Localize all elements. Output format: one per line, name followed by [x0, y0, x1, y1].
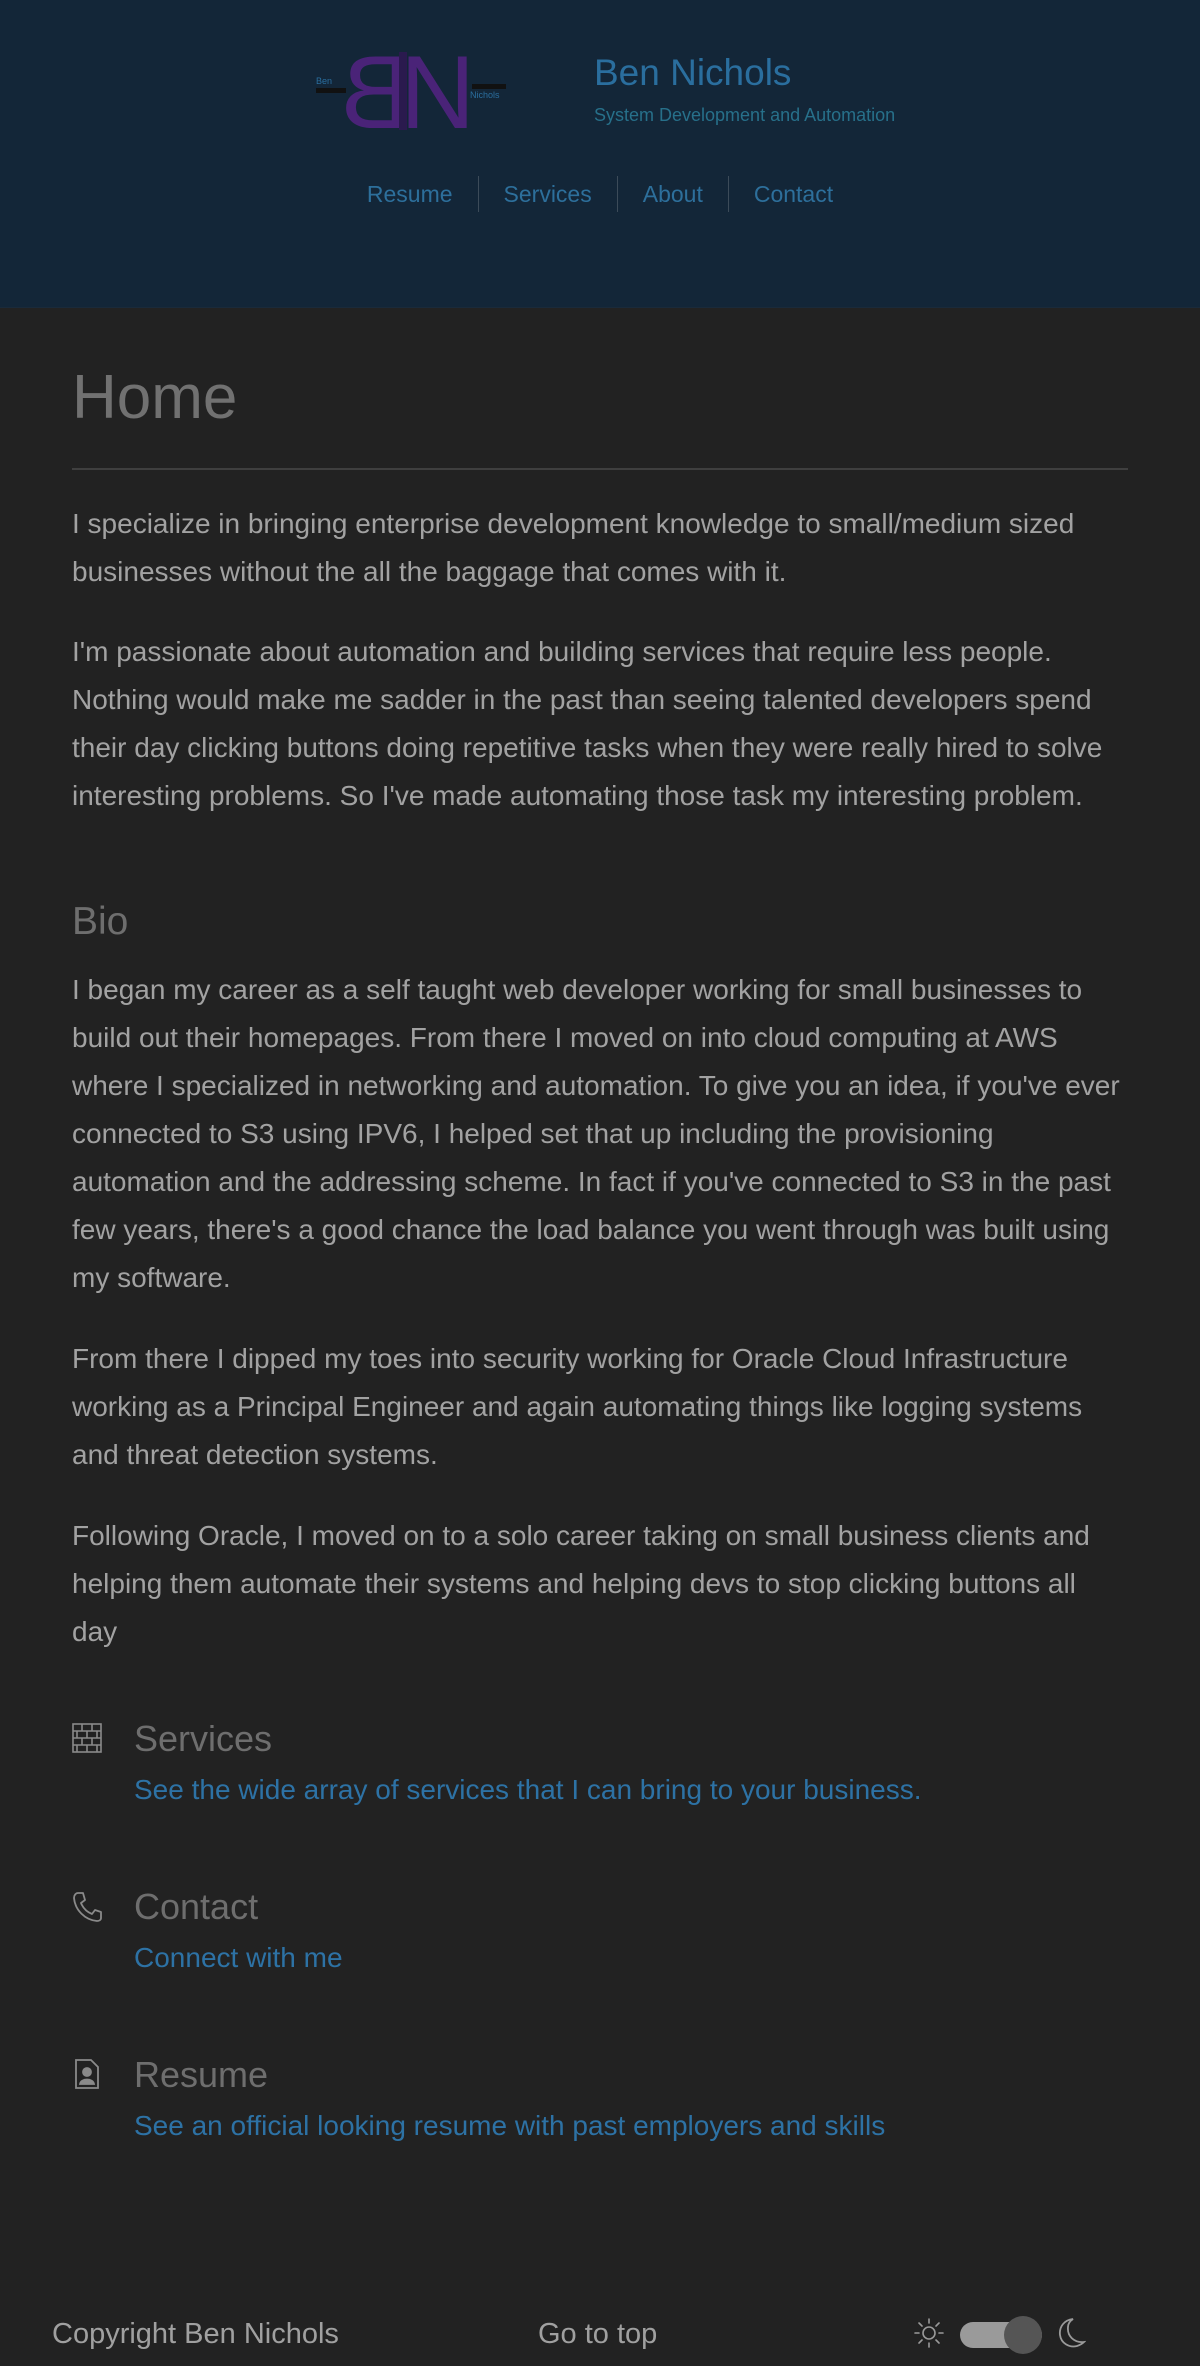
bio-heading: Bio	[72, 900, 129, 943]
phone-icon	[73, 1892, 102, 1922]
site-footer: Copyright Ben Nichols Go to top	[0, 2300, 1200, 2366]
logo-left-label: Ben	[316, 76, 332, 86]
copyright-text: Copyright Ben Nichols	[52, 2318, 339, 2350]
contact-card-link[interactable]: Connect with me	[134, 1942, 343, 1974]
resume-card-link[interactable]: See an official looking resume with past…	[134, 2110, 885, 2142]
resume-card-title: Resume	[134, 2054, 269, 2095]
title-divider	[72, 468, 1128, 470]
site-subtitle: System Development and Automation	[594, 105, 896, 125]
resume-icon	[75, 2059, 99, 2089]
nav-link-contact[interactable]: Contact	[727, 176, 858, 212]
site-header: B N Ben Nichols Ben Nichols System Devel…	[0, 0, 1200, 308]
main-nav: Resume Services About Contact	[0, 176, 1200, 212]
bio-paragraph: Following Oracle, I moved on to a solo c…	[72, 1520, 1090, 1647]
services-card-title: Services	[134, 1718, 273, 1759]
theme-toggle-knob[interactable]	[1004, 2316, 1042, 2354]
bio-paragraph: I began my career as a self taught web d…	[72, 974, 1120, 1293]
nav-link-about[interactable]: About	[616, 176, 728, 212]
site-logo[interactable]: B N Ben Nichols	[314, 46, 508, 134]
intro-paragraph: I'm passionate about automation and buil…	[72, 636, 1103, 811]
bricks-icon	[72, 1723, 102, 1753]
intro-paragraph: I specialize in bringing enterprise deve…	[72, 508, 1075, 587]
nav-link-resume[interactable]: Resume	[342, 176, 478, 212]
logo-n: N	[400, 46, 475, 134]
services-card-link[interactable]: See the wide array of services that I ca…	[134, 1774, 922, 1806]
logo-right-label: Nichols	[470, 90, 500, 100]
nav-link-services[interactable]: Services	[477, 176, 617, 212]
page-title: Home	[72, 363, 238, 432]
bio-paragraph: From there I dipped my toes into securit…	[72, 1343, 1083, 1470]
go-to-top-link[interactable]: Go to top	[538, 2318, 657, 2351]
site-title[interactable]: Ben Nichols	[594, 52, 791, 94]
moon-icon	[1059, 2318, 1086, 2348]
sun-icon	[914, 2318, 944, 2348]
theme-toggle[interactable]	[960, 2316, 1042, 2354]
contact-card-title: Contact	[134, 1886, 259, 1927]
